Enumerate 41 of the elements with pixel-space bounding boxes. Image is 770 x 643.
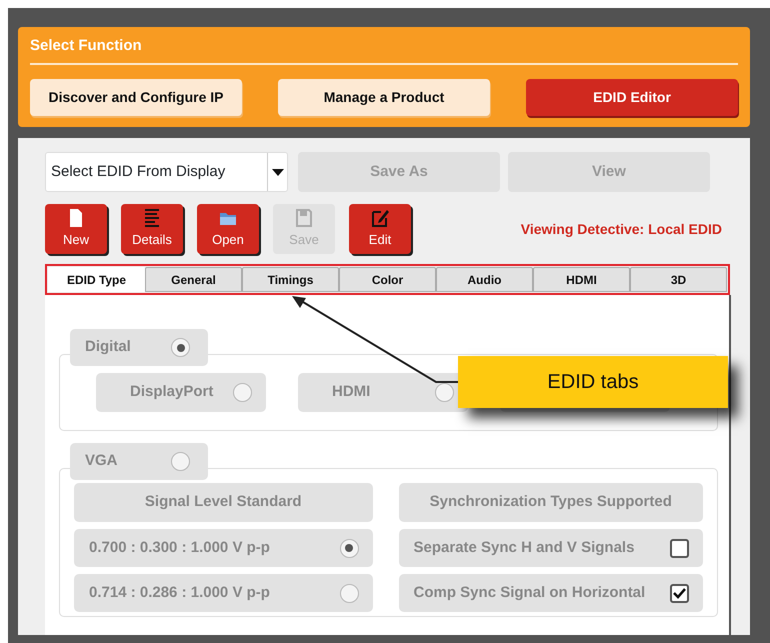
caret-icon: [272, 168, 284, 176]
toolbar-button[interactable]: Open: [197, 204, 259, 254]
option-label: 0.700 : 0.300 : 1.000 V p-p: [89, 538, 270, 558]
tab[interactable]: Color: [339, 267, 436, 292]
toolbar-button[interactable]: New: [45, 204, 107, 254]
checkbox[interactable]: [670, 538, 689, 558]
option-label: 0.714 : 0.286 : 1.000 V p-p: [89, 582, 270, 603]
tab[interactable]: General: [145, 267, 242, 292]
radio-button[interactable]: [340, 584, 359, 602]
edit-icon: [371, 208, 389, 228]
callout-label: EDID tabs: [458, 356, 728, 408]
lines-icon: [143, 208, 161, 228]
tab[interactable]: Timings: [242, 267, 339, 292]
radio-button[interactable]: [435, 383, 454, 402]
function-button[interactable]: Manage a Product: [278, 78, 490, 116]
group-label: Digital: [85, 337, 131, 358]
function-button[interactable]: EDID Editor: [526, 78, 738, 116]
radio-button[interactable]: [171, 452, 190, 471]
group-label: VGA: [85, 451, 118, 472]
checkbox[interactable]: [670, 584, 689, 602]
section-header: Synchronization Types Supported: [398, 483, 703, 522]
edid-source-dropdown[interactable]: Select EDID From Display: [45, 152, 288, 192]
radio-button[interactable]: [171, 338, 190, 357]
section-header: Signal Level Standard: [74, 483, 373, 522]
floppy-icon: [295, 208, 313, 228]
toolbar-button[interactable]: Edit: [349, 204, 411, 254]
radio-button[interactable]: [340, 538, 359, 558]
option-label: DisplayPort: [130, 382, 214, 402]
status-text: Viewing Detective: Local EDID: [520, 220, 722, 239]
tab[interactable]: HDMI: [533, 267, 630, 292]
option-label: Comp Sync Signal on Horizontal: [414, 582, 646, 603]
radio-button[interactable]: [233, 383, 252, 402]
function-button[interactable]: Discover and Configure IP: [30, 78, 242, 116]
option-label: HDMI: [332, 382, 370, 402]
tab[interactable]: Audio: [436, 267, 533, 292]
panel-title: Select Function: [30, 35, 738, 64]
toolbar-button[interactable]: Details: [121, 204, 183, 254]
tab[interactable]: 3D: [630, 267, 727, 292]
option-label: Separate Sync H and V Signals: [414, 538, 634, 558]
file-icon: [67, 208, 85, 228]
tab[interactable]: EDID Type: [48, 267, 145, 292]
